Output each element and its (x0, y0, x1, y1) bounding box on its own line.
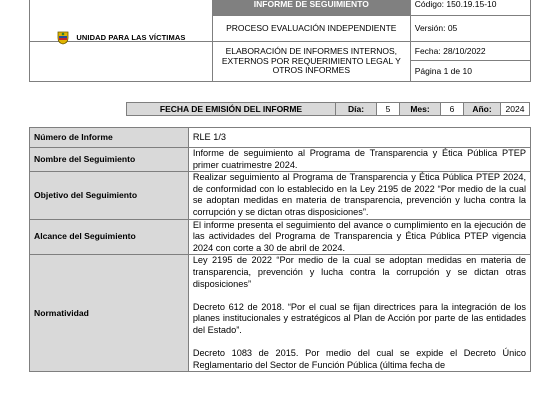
month-label: Mes: (399, 103, 440, 115)
logo-text: UNIDAD PARA LAS VÍCTIMAS (76, 32, 186, 42)
document-code: Código: 150.19.15-10 (409, 0, 532, 16)
document-version: Versión: 05 (409, 14, 532, 42)
logo-area: UNIDAD PARA LAS VÍCTIMAS (29, 31, 213, 83)
scope-label: Alcance del Seguimiento (29, 218, 189, 256)
objective-value: Realizar seguimiento al Programa de Tran… (187, 171, 532, 220)
report-title: INFORME DE SEGUIMIENTO (211, 0, 411, 16)
scope-value: El informe presenta el seguimiento del a… (187, 218, 532, 256)
coat-of-arms-icon (57, 31, 69, 45)
table-row: Objetivo del Seguimiento Realizar seguim… (29, 171, 532, 220)
number-value: RLE 1/3 (187, 127, 532, 148)
process-name: PROCESO EVALUACIÓN INDEPENDIENTE (211, 14, 411, 42)
norm-law-2195: Ley 2195 de 2022 “Por medio de la cual s… (192, 255, 526, 289)
table-row: Alcance del Seguimiento El informe prese… (29, 218, 532, 256)
day-label: Día: (335, 103, 376, 115)
year-label: Año: (463, 103, 500, 115)
document-header: INFORME DE SEGUIMIENTO Código: 150.19.15… (29, 0, 532, 83)
name-value: Informe de seguimiento al Programa de Tr… (187, 146, 532, 173)
document-date: Fecha: 28/10/2022 (409, 40, 532, 62)
norms-value: Ley 2195 de 2022 “Por medio de la cual s… (187, 254, 532, 373)
year-value: 2024 (500, 103, 529, 115)
objective-label: Objetivo del Seguimiento (29, 171, 189, 220)
norm-decree-1083: Decreto 1083 de 2015. Por medio del cual… (192, 348, 526, 370)
norm-decree-612: Decreto 612 de 2018. “Por el cual se fij… (192, 301, 526, 335)
emission-label: FECHA DE EMISIÓN DEL INFORME (127, 103, 335, 115)
report-subtitle: ELABORACIÓN DE INFORMES INTERNOS, EXTERN… (211, 40, 411, 83)
emission-date-row: FECHA DE EMISIÓN DEL INFORME Día: 5 Mes:… (126, 102, 530, 116)
table-row: Número de Informe RLE 1/3 (29, 127, 532, 148)
month-value: 6 (440, 103, 463, 115)
table-row: Normatividad Ley 2195 de 2022 “Por medio… (29, 254, 532, 373)
page-number: Página 1 de 10 (409, 60, 532, 82)
number-label: Número de Informe (29, 127, 189, 148)
norms-label: Normatividad (29, 254, 189, 373)
table-row: Nombre del Seguimiento Informe de seguim… (29, 146, 532, 173)
name-label: Nombre del Seguimiento (29, 146, 189, 173)
day-value: 5 (376, 103, 399, 115)
report-info-table: Número de Informe RLE 1/3 Nombre del Seg… (29, 127, 532, 373)
